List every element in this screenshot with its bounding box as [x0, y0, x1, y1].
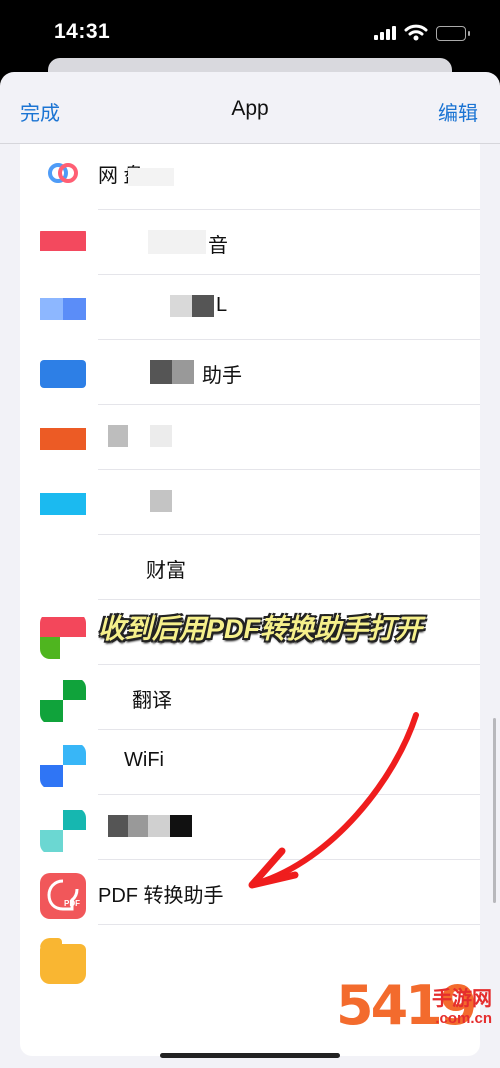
scroll-indicator[interactable] — [493, 718, 496, 903]
instruction-caption: 收到后用PDF转换助手打开 — [98, 614, 422, 644]
status-time: 14:31 — [54, 20, 111, 43]
app-label: WiFi — [124, 749, 164, 771]
folder-app-icon — [40, 938, 86, 984]
edit-button[interactable]: 编辑 — [438, 97, 478, 126]
cloud-drive-icon — [40, 152, 86, 198]
svg-text:PDF: PDF — [64, 899, 80, 908]
wealth-app-icon — [40, 548, 86, 594]
pdf-converter-icon: PDF — [40, 873, 86, 919]
app-label: PDF 转换助手 — [98, 885, 224, 907]
watermark-domain: .com.cn — [435, 1010, 492, 1027]
app-row[interactable]: L — [20, 275, 480, 340]
blue-app-icon — [40, 288, 86, 334]
red-arrow-annotation — [248, 712, 419, 889]
app-row[interactable]: 网 盘 — [20, 144, 480, 210]
app-label: 音 — [208, 235, 228, 257]
app-label: 助手 — [202, 365, 242, 387]
app-row[interactable]: 助手 — [20, 340, 480, 405]
cyan-app-icon — [40, 483, 86, 529]
app-list: 网 盘 音 L 助手 财富 翻译 WiFi PDF PDF 转换助手 — [20, 144, 480, 1056]
signal-icon — [374, 26, 396, 40]
app-row[interactable] — [20, 405, 480, 470]
sheet-title: App — [231, 97, 269, 120]
status-bar: 14:31 — [0, 0, 500, 62]
red-green-app-icon — [40, 613, 86, 659]
app-row[interactable]: 音 — [20, 210, 480, 275]
red-app-icon — [40, 223, 86, 269]
wifi-app-icon — [40, 743, 86, 789]
app-sheet: 完成 App 编辑 网 盘 音 L 助手 财富 翻译 WiFi PDF PDF … — [0, 72, 500, 1068]
app-label: 财富 — [146, 560, 186, 582]
orange-app-icon — [40, 418, 86, 464]
wallet-app-icon — [40, 353, 86, 399]
app-label: 翻译 — [132, 690, 172, 712]
site-watermark: 5419 手游网 .com.cn — [336, 974, 492, 1048]
sheet-header: 完成 App 编辑 — [0, 72, 500, 144]
status-icons — [374, 24, 470, 42]
watermark-text: 手游网 — [432, 988, 492, 1010]
home-indicator[interactable] — [160, 1053, 340, 1058]
green-checker-icon — [40, 678, 86, 724]
teal-app-icon — [40, 808, 86, 854]
battery-icon — [436, 25, 470, 41]
app-row[interactable] — [20, 470, 480, 535]
app-label: L — [216, 294, 228, 316]
app-row[interactable]: 财富 — [20, 535, 480, 600]
wifi-icon — [404, 24, 428, 41]
